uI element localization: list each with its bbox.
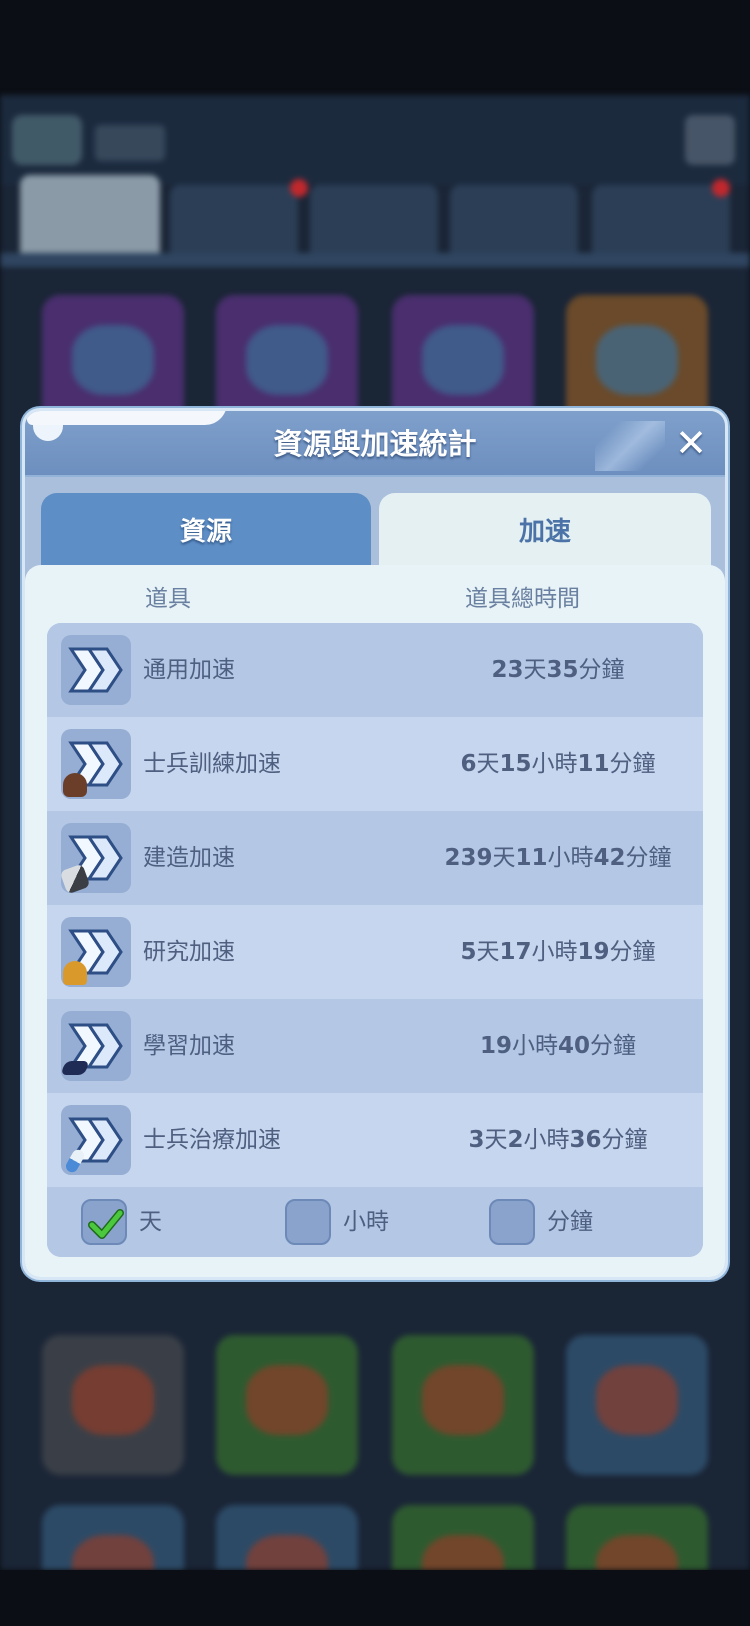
speedup-healing-icon — [61, 1105, 131, 1175]
checkbox-minute[interactable] — [489, 1199, 535, 1245]
background-card — [566, 1335, 708, 1475]
checkbox-hour[interactable] — [285, 1199, 331, 1245]
speedup-panel: 道具 道具總時間 通用加速 23天35分鐘 士兵訓練加速 6天15小時11分鐘 … — [25, 565, 725, 1277]
speedup-name: 研究加速 — [143, 939, 235, 965]
bottom-bar — [0, 1570, 750, 1626]
background-tab — [592, 185, 730, 255]
background-title — [95, 125, 165, 161]
speedup-total-time: 5天17小時19分鐘 — [460, 939, 656, 965]
list-item: 建造加速 239天11小時42分鐘 — [47, 811, 703, 905]
list-item: 研究加速 5天17小時19分鐘 — [47, 905, 703, 999]
list-item: 士兵治療加速 3天2小時36分鐘 — [47, 1093, 703, 1187]
speedup-learning-icon — [60, 1011, 131, 1081]
speedup-general-icon — [61, 635, 131, 705]
list-item: 學習加速 19小時40分鐘 — [47, 999, 703, 1093]
background-card — [216, 1335, 358, 1475]
speedup-training-icon — [61, 729, 131, 799]
column-header-total-time: 道具總時間 — [465, 586, 580, 612]
speedup-total-time: 6天15小時11分鐘 — [460, 751, 656, 777]
speedup-total-time: 239天11小時42分鐘 — [444, 845, 672, 871]
checkmark-icon — [88, 1209, 124, 1239]
background-tab — [450, 185, 578, 255]
soldier-badge-icon — [63, 773, 87, 797]
microscope-badge-icon — [63, 961, 87, 985]
speedup-total-time: 19小時40分鐘 — [479, 1033, 637, 1059]
tab-speedups[interactable]: 加速 — [379, 493, 711, 573]
statistics-modal: 資源與加速統計 ✕ 資源 加速 道具 道具總時間 通用加速 23天35分鐘 士兵… — [22, 408, 728, 1280]
background-card — [42, 1335, 184, 1475]
speedup-name: 通用加速 — [143, 657, 235, 683]
speedup-total-time: 3天2小時36分鐘 — [468, 1127, 648, 1153]
close-button[interactable]: ✕ — [671, 423, 711, 463]
background-home-icon — [685, 115, 735, 165]
speedup-name: 建造加速 — [143, 845, 235, 871]
background-card — [392, 1505, 534, 1570]
speedup-name: 學習加速 — [143, 1033, 235, 1059]
list-item: 通用加速 23天35分鐘 — [47, 623, 703, 717]
background-back-button — [12, 115, 82, 165]
speedup-construction-icon — [59, 823, 131, 895]
background-notification-dot — [712, 179, 730, 197]
background-card — [566, 1505, 708, 1570]
checkbox-day-label: 天 — [139, 1209, 162, 1235]
column-header-item: 道具 — [145, 586, 191, 612]
graduation-cap-badge-icon — [60, 1061, 90, 1075]
tab-resources[interactable]: 資源 — [41, 493, 371, 573]
background-divider — [0, 253, 750, 267]
speedup-list: 通用加速 23天35分鐘 士兵訓練加速 6天15小時11分鐘 建造加速 239天… — [47, 623, 703, 1257]
background-card — [392, 1335, 534, 1475]
snow-decoration — [27, 411, 227, 425]
speedup-research-icon — [61, 917, 131, 987]
background-tab — [20, 175, 160, 255]
speedup-total-time: 23天35分鐘 — [491, 657, 625, 683]
time-unit-filter: 天 小時 分鐘 — [47, 1187, 703, 1257]
checkbox-day[interactable] — [81, 1199, 127, 1245]
checkbox-minute-label: 分鐘 — [547, 1209, 593, 1235]
background-card — [42, 1505, 184, 1570]
speedup-name: 士兵訓練加速 — [143, 751, 281, 777]
background-tab — [310, 185, 438, 255]
speedup-name: 士兵治療加速 — [143, 1127, 281, 1153]
list-item: 士兵訓練加速 6天15小時11分鐘 — [47, 717, 703, 811]
background-notification-dot — [290, 179, 308, 197]
checkbox-hour-label: 小時 — [343, 1209, 389, 1235]
background-card — [216, 1505, 358, 1570]
background-tab — [170, 185, 298, 255]
